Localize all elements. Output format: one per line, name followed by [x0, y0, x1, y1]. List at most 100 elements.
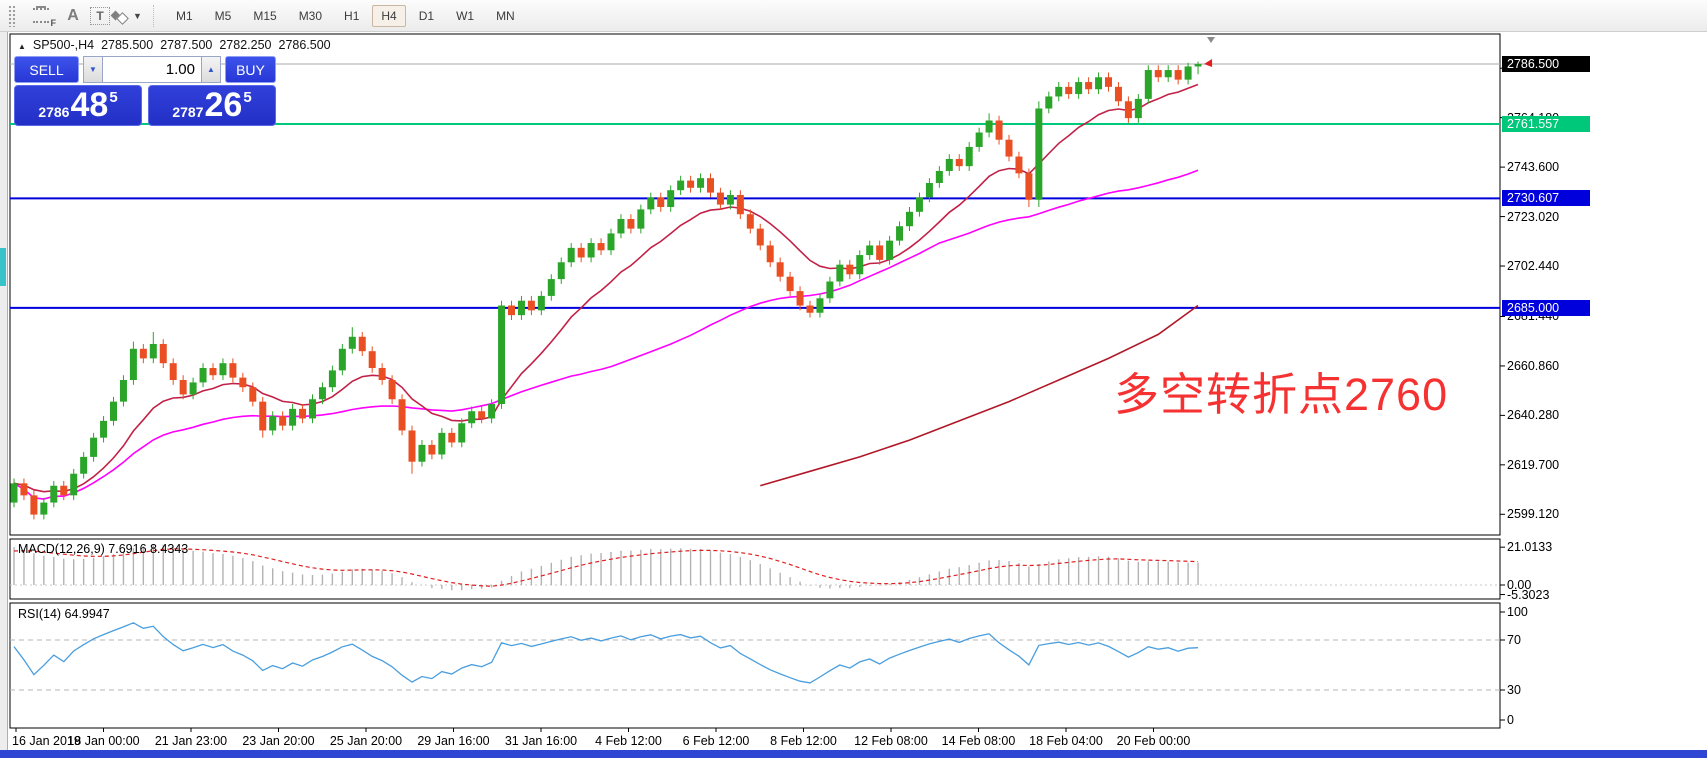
candle-body [1105, 77, 1112, 87]
tf-m5-button[interactable]: M5 [206, 5, 241, 27]
candle-body [1145, 70, 1152, 99]
candle-body [667, 190, 674, 207]
price-tick-label: 2640.280 [1507, 407, 1559, 423]
data-window-icon[interactable]: F [26, 4, 56, 28]
sell-button[interactable]: SELL [14, 56, 79, 83]
price-scale[interactable] [1500, 32, 1707, 728]
candle-body [180, 380, 187, 394]
macd-indicator-label: MACD(12,26,9) 7.6916 8.4343 [18, 542, 188, 556]
candle-body [538, 296, 545, 310]
candle-body [160, 344, 167, 363]
docked-tab[interactable] [0, 248, 6, 286]
tf-d1-button[interactable]: D1 [410, 5, 443, 27]
time-axis-label: 18 Jan 00:00 [67, 734, 139, 748]
candle-body [836, 265, 843, 282]
candle-body [966, 147, 973, 166]
candle-body [239, 378, 246, 388]
buy-button[interactable]: BUY [225, 56, 276, 83]
time-scale[interactable] [8, 729, 1500, 750]
one-click-trading-panel: SELL ▼ ▲ BUY 2786 48 5 2787 26 5 [14, 56, 276, 126]
time-axis-label: 21 Jan 23:00 [155, 734, 227, 748]
timeframe-group: M1M5M15M30H1H4D1W1MN [165, 5, 526, 27]
candle-body [369, 351, 376, 368]
time-axis-label: 8 Feb 12:00 [770, 734, 837, 748]
candle-body [1115, 87, 1122, 101]
open-value: 2785.500 [101, 38, 153, 52]
time-axis-label: 29 Jan 16:00 [417, 734, 489, 748]
buy-price-point: 5 [243, 89, 251, 106]
candle-body [777, 262, 784, 276]
time-axis-label: 20 Feb 00:00 [1117, 734, 1191, 748]
candle-body [856, 255, 863, 274]
candle-body [637, 209, 644, 228]
rsi-tick-label: 0 [1507, 712, 1514, 728]
candle-body [219, 363, 226, 375]
chart-canvas[interactable] [8, 32, 1707, 750]
level-price-badge: 2761.557 [1502, 116, 1590, 132]
candle-body [249, 387, 256, 401]
candle-body [657, 197, 664, 207]
tf-h1-button[interactable]: H1 [335, 5, 368, 27]
candle-body [528, 301, 535, 311]
tf-m1-button[interactable]: M1 [167, 5, 202, 27]
sell-price-base: 2786 [38, 104, 69, 120]
sell-price-point: 5 [109, 89, 117, 106]
candle-body [428, 445, 435, 455]
candle-body [558, 262, 565, 279]
candle-body [130, 349, 137, 380]
time-axis-label: 6 Feb 12:00 [683, 734, 750, 748]
candle-body [508, 306, 515, 316]
tf-m15-button[interactable]: M15 [244, 5, 285, 27]
price-tick-label: 2619.700 [1507, 457, 1559, 473]
tf-mn-button[interactable]: MN [487, 5, 524, 27]
candle-body [1015, 157, 1022, 174]
chart-ohlc-title: ▲ SP500-,H4 2785.500 2787.500 2782.250 2… [18, 38, 331, 52]
font-tool-icon[interactable]: A [58, 4, 88, 28]
candle-body [1006, 140, 1013, 157]
lot-decrease-button[interactable]: ▼ [83, 56, 103, 83]
symbol-period: SP500-,H4 [33, 38, 94, 52]
chevron-down-icon[interactable]: ▼ [133, 11, 142, 21]
close-value: 2786.500 [279, 38, 331, 52]
candle-body [717, 193, 724, 205]
sell-price-pips: 48 [70, 87, 108, 124]
text-tool-icon[interactable]: T [90, 7, 110, 25]
candle-body [399, 399, 406, 430]
candle-body [11, 483, 18, 502]
collapse-panel-icon[interactable]: ▲ [18, 42, 26, 51]
candle-body [339, 349, 346, 371]
candle-body [60, 486, 67, 496]
buy-price-base: 2787 [172, 104, 203, 120]
candle-body [289, 409, 296, 426]
candle-body [886, 241, 893, 260]
time-axis-label: 31 Jan 16:00 [505, 734, 577, 748]
candle-body [767, 245, 774, 262]
tf-h4-button[interactable]: H4 [372, 5, 405, 27]
toolbar-grip[interactable] [8, 5, 16, 27]
tf-m30-button[interactable]: M30 [290, 5, 331, 27]
candle-body [936, 171, 943, 183]
buy-price-button[interactable]: 2787 26 5 [148, 85, 276, 126]
time-axis-label: 4 Feb 12:00 [595, 734, 662, 748]
candle-body [1065, 87, 1072, 94]
time-axis-label: 23 Jan 20:00 [242, 734, 314, 748]
candle-body [498, 306, 505, 405]
lot-size-input[interactable] [103, 56, 201, 83]
candle-body [30, 495, 37, 514]
price-tick-label: 2743.600 [1507, 159, 1559, 175]
candle-body [896, 226, 903, 240]
candle-body [1125, 101, 1132, 118]
arrange-tool[interactable]: ▼ [112, 4, 142, 28]
candle-body [876, 245, 883, 259]
tf-w1-button[interactable]: W1 [447, 5, 483, 27]
grid-icon [33, 8, 49, 23]
candle-body [956, 159, 963, 166]
candle-body [200, 368, 207, 382]
candle-body [488, 404, 495, 418]
candle-body [727, 195, 734, 205]
sell-price-button[interactable]: 2786 48 5 [14, 85, 142, 126]
time-axis-label: 14 Feb 08:00 [942, 734, 1016, 748]
lot-increase-button[interactable]: ▲ [201, 56, 221, 83]
candle-body [826, 281, 833, 298]
mt4-window: F A T ▼ M1M5M15M30H1H4D1W1MN ▲ SP500-,H4… [0, 0, 1707, 758]
